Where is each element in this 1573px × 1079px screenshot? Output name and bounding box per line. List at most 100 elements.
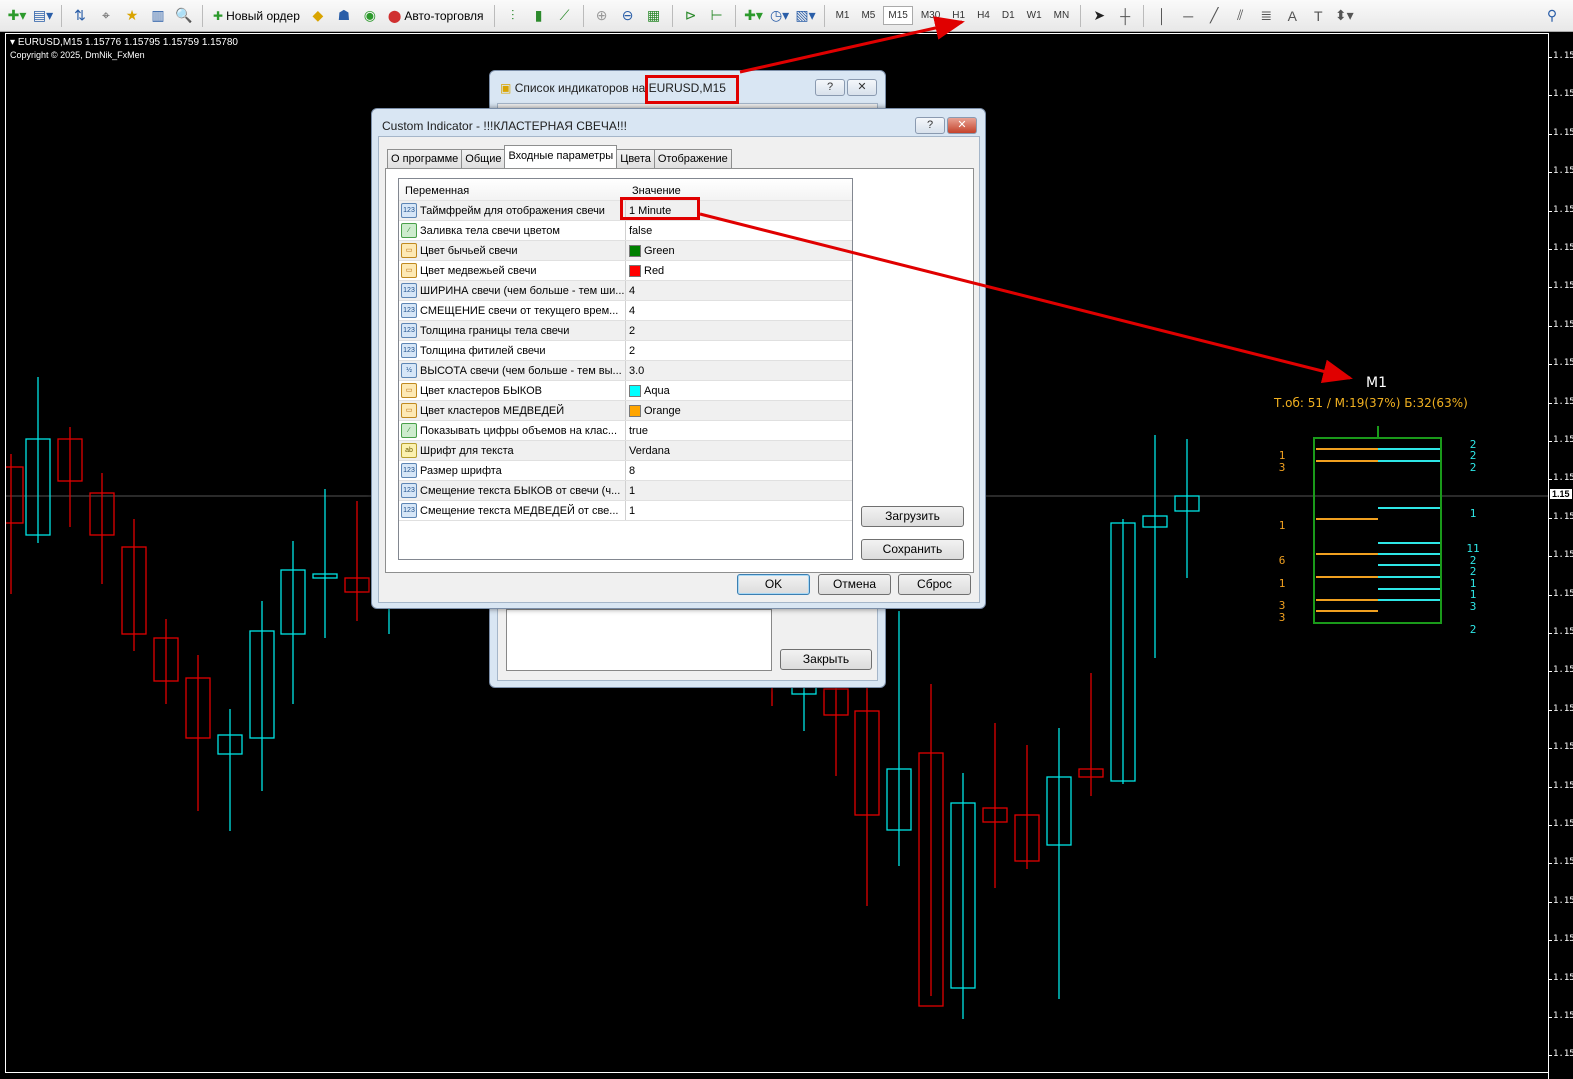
param-value[interactable]: 4 [626, 301, 852, 320]
crosshair-icon[interactable]: ┼ [1114, 5, 1136, 27]
param-value[interactable]: 4 [626, 281, 852, 300]
param-value[interactable]: 8 [626, 461, 852, 480]
signals-icon[interactable]: ☗ [333, 5, 355, 27]
zoom-in-icon[interactable]: ⊕ [591, 5, 613, 27]
param-value[interactable]: 2 [626, 341, 852, 360]
param-value[interactable]: 2 [626, 321, 852, 340]
reset-button[interactable]: Сброс [898, 574, 971, 595]
load-button[interactable]: Загрузить [861, 506, 964, 527]
vertical-line-icon[interactable]: │ [1151, 5, 1173, 27]
help-button[interactable]: ? [815, 79, 845, 96]
axis-tick-label: 1.15 [1549, 780, 1573, 791]
indicators-icon[interactable]: ✚▾ [743, 5, 765, 27]
horizontal-line-icon[interactable]: ─ [1177, 5, 1199, 27]
table-row[interactable]: 123 Толщина границы тела свечи 2 [399, 321, 852, 341]
table-row[interactable]: ∕ Показывать цифры объемов на клас... true [399, 421, 852, 441]
table-row[interactable]: 123 ШИРИНА свечи (чем больше - тем ши... 4 [399, 281, 852, 301]
strategy-tester-icon[interactable]: 🔍 [173, 5, 195, 27]
table-row[interactable]: ▭ Цвет медвежьей свечи Red [399, 261, 852, 281]
auto-trading-button[interactable]: ⬤ Авто-торговля [385, 9, 487, 23]
param-value[interactable]: false [626, 221, 852, 240]
new-chart-icon[interactable]: ✚▾ [6, 5, 28, 27]
search-icon[interactable]: ⚲ [1541, 5, 1563, 27]
table-row[interactable]: ▭ Цвет кластеров МЕДВЕДЕЙ Orange [399, 401, 852, 421]
tab-visualization[interactable]: Отображение [653, 149, 732, 168]
profiles-icon[interactable]: ▤▾ [32, 5, 54, 27]
tab-inputs[interactable]: Входные параметры [504, 145, 618, 168]
text-icon[interactable]: A [1281, 5, 1303, 27]
param-value[interactable]: Aqua [626, 381, 852, 400]
new-order-button[interactable]: ✚ Новый ордер [210, 9, 303, 23]
market-icon[interactable]: ◉ [359, 5, 381, 27]
ok-button[interactable]: OK [737, 574, 810, 595]
param-name: ½ ВЫСОТА свечи (чем больше - тем вы... [399, 361, 626, 380]
close-window-button[interactable]: ✕ [947, 117, 977, 134]
axis-tick-label: 1.15 [1549, 435, 1573, 445]
table-row[interactable]: ▭ Цвет бычьей свечи Green [399, 241, 852, 261]
periods-icon[interactable]: ◷▾ [769, 5, 791, 27]
fibonacci-icon[interactable]: ≣ [1255, 5, 1277, 27]
close-button[interactable]: Закрыть [780, 649, 872, 670]
param-value[interactable]: 1 [626, 501, 852, 520]
table-row[interactable]: 123 Размер шрифта 8 [399, 461, 852, 481]
text-label-icon[interactable]: T [1307, 5, 1329, 27]
line-chart-icon[interactable]: ⟋ [554, 5, 576, 27]
table-row[interactable]: 123 Смещение текста МЕДВЕДЕЙ от све... 1 [399, 501, 852, 521]
param-value[interactable]: 1 [626, 481, 852, 500]
metaeditor-icon[interactable]: ◆ [307, 5, 329, 27]
help-button[interactable]: ? [915, 117, 945, 134]
table-row[interactable]: ▭ Цвет кластеров БЫКОВ Aqua [399, 381, 852, 401]
autoscroll-icon[interactable]: ⊳ [680, 5, 702, 27]
timeframe-m5[interactable]: M5 [857, 7, 879, 24]
arrows-icon[interactable]: ⬍▾ [1333, 5, 1355, 27]
save-button[interactable]: Сохранить [861, 539, 964, 560]
trendline-icon[interactable]: ╱ [1203, 5, 1225, 27]
close-window-button[interactable]: ✕ [847, 79, 877, 96]
chart-shift-icon[interactable]: ⊢ [706, 5, 728, 27]
cursor-icon[interactable]: ➤ [1088, 5, 1110, 27]
chart-symbol-info: ▾ EURUSD,M15 1.15776 1.15795 1.15759 1.1… [10, 37, 238, 48]
zoom-out-icon[interactable]: ⊖ [617, 5, 639, 27]
cluster-volume-number: 2 [1469, 461, 1477, 474]
data-window-icon[interactable]: ⌖ [95, 5, 117, 27]
bar-chart-icon[interactable]: ⫶ [502, 5, 524, 27]
param-value[interactable]: 3.0 [626, 361, 852, 380]
timeframe-m15[interactable]: M15 [883, 6, 913, 25]
price-axis[interactable]: 1.15 1.15 1.15 1.15 1.15 1.15 1.15 1.15 1.15 1.15… [1548, 33, 1573, 1079]
tab-colors[interactable]: Цвета [616, 149, 655, 168]
table-row[interactable]: 123 Толщина фитилей свечи 2 [399, 341, 852, 361]
tab-about[interactable]: О программе [387, 149, 463, 168]
terminal-icon[interactable]: ▥ [147, 5, 169, 27]
column-variable[interactable]: Переменная [399, 179, 626, 200]
timeframe-m1[interactable]: M1 [832, 7, 854, 24]
table-row[interactable]: ab Шрифт для текста Verdana [399, 441, 852, 461]
templates-icon[interactable]: ▧▾ [795, 5, 817, 27]
market-watch-icon[interactable]: ⇅ [69, 5, 91, 27]
param-value[interactable]: true [626, 421, 852, 440]
timeframe-d1[interactable]: D1 [998, 7, 1019, 24]
param-name: ▭ Цвет бычьей свечи [399, 241, 626, 260]
table-row[interactable]: ∕ Заливка тела свечи цветом false [399, 221, 852, 241]
param-value[interactable]: Red [626, 261, 852, 280]
timeframe-m30[interactable]: M30 [917, 7, 944, 24]
param-value[interactable]: Orange [626, 401, 852, 420]
tile-windows-icon[interactable]: ▦ [643, 5, 665, 27]
timeframe-mn[interactable]: MN [1050, 7, 1074, 24]
param-value[interactable]: Green [626, 241, 852, 260]
axis-tick-label: 1.15 [1549, 358, 1573, 369]
equidistant-channel-icon[interactable]: ⫽ [1229, 5, 1251, 27]
tab-common[interactable]: Общие [461, 149, 506, 168]
param-value[interactable]: Verdana [626, 441, 852, 460]
timeframe-w1[interactable]: W1 [1023, 7, 1046, 24]
cancel-button[interactable]: Отмена [818, 574, 891, 595]
candlestick-icon[interactable]: ▮ [528, 5, 550, 27]
table-row[interactable]: ½ ВЫСОТА свечи (чем больше - тем вы... 3.0 [399, 361, 852, 381]
navigator-icon[interactable]: ★ [121, 5, 143, 27]
cluster-timeframe-label: M1 [1366, 375, 1387, 391]
timeframe-h1[interactable]: H1 [948, 7, 969, 24]
table-row[interactable]: 123 СМЕЩЕНИЕ свечи от текущего врем... 4 [399, 301, 852, 321]
axis-tick-label: 1.15 [1549, 703, 1573, 714]
axis-tick-label: 1.15 [1549, 243, 1573, 253]
table-row[interactable]: 123 Смещение текста БЫКОВ от свечи (ч... 1 [399, 481, 852, 501]
timeframe-h4[interactable]: H4 [973, 7, 994, 24]
